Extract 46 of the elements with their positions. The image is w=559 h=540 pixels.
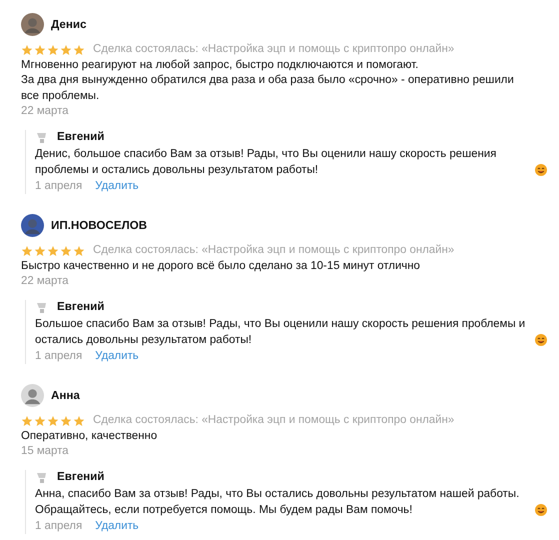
review-text: Оперативно, качественно <box>21 428 158 444</box>
reply-author: Евгений <box>57 130 104 143</box>
star-icon <box>21 44 33 56</box>
review-date: 22 марта <box>21 104 70 119</box>
reply-text: Денис, большое спасибо Вам за отзыв! Рады, что Вы оценили нашу скорость решения проблемы и остались довольны результатом работы! <box>35 146 498 178</box>
star-icon <box>73 244 85 257</box>
star-icon <box>34 414 46 427</box>
delete-link[interactable]: Удалить <box>95 178 139 194</box>
star-icon <box>21 244 33 257</box>
smile-icon <box>535 504 547 516</box>
author-name: Денис <box>51 18 86 31</box>
star-icon <box>73 44 85 56</box>
delete-link[interactable]: Удалить <box>95 348 139 364</box>
delete-link[interactable]: Удалить <box>95 518 139 534</box>
reply-text: Большое спасибо Вам за отзыв! Рады, что Вы оценили нашу скорость решения проблемы и остались довольны результатом работы! <box>35 316 526 348</box>
smile-icon <box>535 164 547 176</box>
review-text: Быстро качественно и не дорого всё было сделано за 10-15 минут отлично <box>21 258 421 274</box>
avatar <box>21 214 44 237</box>
deal-label: Сделка состоялась: «Настройка эцп и помощь с криптопро онлайн» <box>93 42 454 57</box>
reply-author: Евгений <box>57 470 104 483</box>
star-icon <box>34 44 46 56</box>
reply-date: 1 апреля <box>35 348 82 364</box>
star-icon <box>60 44 72 56</box>
smile-icon <box>535 334 547 346</box>
author-name: ИП.НОВОСЕЛОВ <box>51 219 148 232</box>
author-name: Анна <box>51 389 80 402</box>
star-icon <box>21 414 33 427</box>
star-icon <box>60 414 72 427</box>
avatar <box>21 384 44 407</box>
deal-label: Сделка состоялась: «Настройка эцп и помощь с криптопро онлайн» <box>93 413 454 428</box>
star-icon <box>34 244 46 257</box>
star-icon <box>47 414 59 427</box>
reply-text: Анна, спасибо Вам за отзыв! Рады, что Вы остались довольны результатом нашей работы. Обращайтесь, если потребуется помощь. Мы будем рады Вам помочь! <box>35 486 520 518</box>
reply-date: 1 апреля <box>35 518 82 534</box>
star-icon <box>47 44 59 56</box>
deal-label: Сделка состоялась: «Настройка эцп и помощь с криптопро онлайн» <box>93 243 454 258</box>
reply-date: 1 апреля <box>35 178 82 194</box>
review-date: 22 марта <box>21 274 70 289</box>
review-text: За два дня вынужденно обратился два раза и оба раза было «срочно» - оперативно решили все проблемы. <box>21 73 515 104</box>
star-icon <box>60 244 72 257</box>
reply-author: Евгений <box>57 300 104 313</box>
star-icon <box>73 414 85 427</box>
review-text: Мгновенно реагируют на любой запрос, быстро подключаются и помогают. <box>21 58 420 72</box>
avatar <box>21 13 44 36</box>
star-icon <box>47 244 59 257</box>
review-date: 15 марта <box>21 444 70 459</box>
